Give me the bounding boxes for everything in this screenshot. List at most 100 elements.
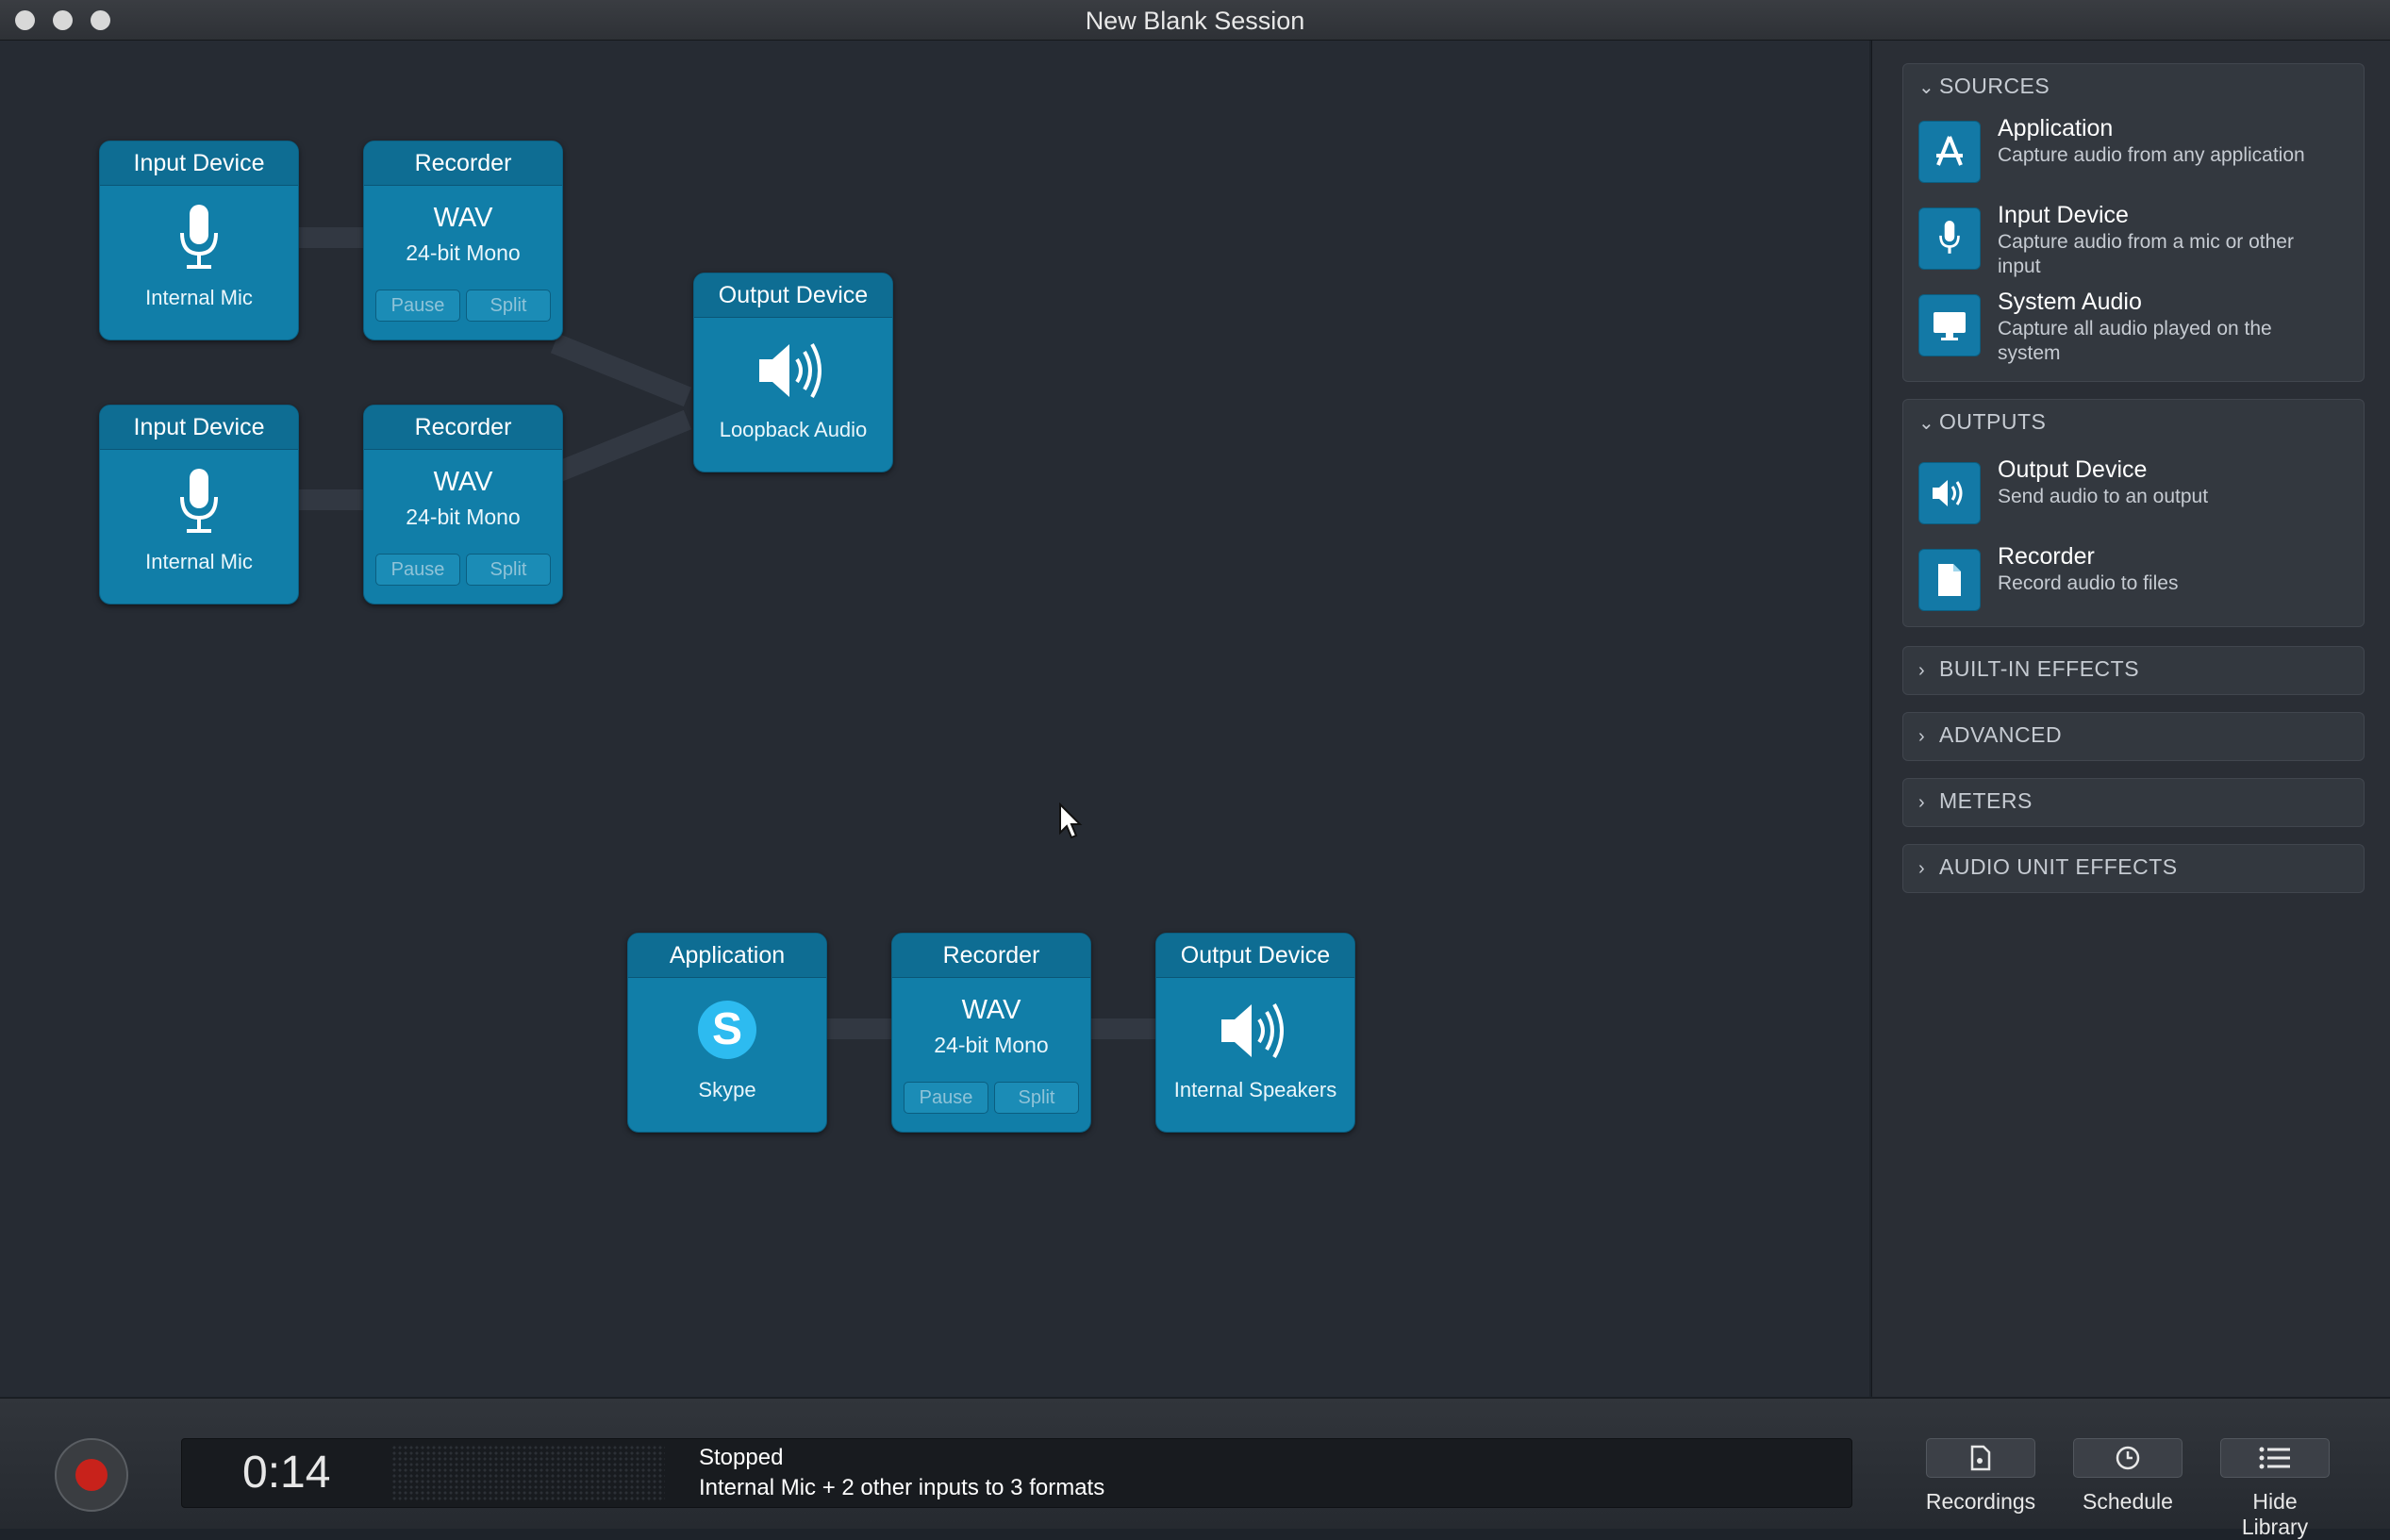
recorder-format: WAV bbox=[961, 995, 1021, 1025]
schedule-button[interactable]: Schedule bbox=[2072, 1438, 2183, 1515]
recordings-label: Recordings bbox=[1925, 1489, 2036, 1514]
library-item-desc: Capture audio from a mic or other input bbox=[1998, 231, 2294, 277]
node-label: Internal Mic bbox=[145, 550, 253, 573]
node-output-device[interactable]: Output Device Loopback Audio bbox=[693, 273, 893, 472]
node-recorder[interactable]: Recorder WAV 24-bit Mono Pause Split bbox=[891, 933, 1091, 1133]
recordings-button[interactable]: Recordings bbox=[1925, 1438, 2036, 1515]
library-item-title: System Audio bbox=[1998, 289, 2142, 315]
connection-wire[interactable] bbox=[550, 409, 692, 484]
library-item-desc: Capture audio from any application bbox=[1998, 144, 2305, 166]
section-audio-unit-effects[interactable]: › AUDIO UNIT EFFECTS bbox=[1902, 844, 2365, 893]
list-icon bbox=[2259, 1447, 2290, 1469]
node-label: Internal Speakers bbox=[1173, 1078, 1337, 1101]
library-item-application[interactable]: Application Capture audio from any appli… bbox=[1918, 115, 2352, 190]
status-summary: Internal Mic + 2 other inputs to 3 forma… bbox=[699, 1475, 1105, 1500]
recorder-detail: 24-bit Mono bbox=[934, 1033, 1049, 1057]
status-text: Stopped bbox=[699, 1445, 784, 1470]
node-input-device[interactable]: Input Device Internal Mic bbox=[99, 141, 299, 340]
session-canvas[interactable]: Input Device Internal Mic Recorder WAV 2… bbox=[0, 41, 1869, 1397]
record-icon bbox=[75, 1459, 108, 1491]
node-output-device[interactable]: Output Device Internal Speakers bbox=[1155, 933, 1355, 1133]
connection-wire[interactable] bbox=[296, 489, 366, 510]
connection-wire[interactable] bbox=[1088, 1018, 1158, 1039]
node-header: Input Device bbox=[100, 406, 298, 450]
library-item-system-audio[interactable]: System Audio Capture all audio played on… bbox=[1918, 289, 2352, 364]
pause-button[interactable]: Pause bbox=[375, 290, 460, 322]
sources-panel: ⌄ SOURCES Application Capture audio from … bbox=[1902, 63, 2365, 382]
hide-library-button[interactable]: Hide Library bbox=[2219, 1438, 2331, 1540]
connection-wire[interactable] bbox=[550, 333, 692, 407]
title-bar: New Blank Session bbox=[0, 0, 2390, 41]
chevron-right-icon: › bbox=[1918, 660, 1926, 681]
node-header: Recorder bbox=[892, 934, 1090, 978]
node-header: Recorder bbox=[364, 406, 562, 450]
node-label: Skype bbox=[698, 1078, 756, 1101]
hide-library-label: Hide Library bbox=[2241, 1489, 2309, 1539]
outputs-panel: ⌄ OUTPUTS Output Device Send audio to an … bbox=[1902, 399, 2365, 627]
section-built-in-effects[interactable]: › BUILT-IN EFFECTS bbox=[1902, 646, 2365, 695]
section-meters[interactable]: › METERS bbox=[1902, 778, 2365, 827]
library-item-title: Recorder bbox=[1998, 543, 2095, 570]
library-item-input-device[interactable]: Input Device Capture audio from a mic or… bbox=[1918, 202, 2352, 277]
library-item-title: Output Device bbox=[1998, 456, 2148, 483]
chevron-down-icon: ⌄ bbox=[1918, 77, 1935, 98]
node-application[interactable]: Application S Skype bbox=[627, 933, 827, 1133]
outputs-header[interactable]: ⌄ OUTPUTS bbox=[1918, 409, 2046, 435]
pause-button[interactable]: Pause bbox=[904, 1082, 988, 1114]
chevron-right-icon: › bbox=[1918, 726, 1926, 747]
level-meter bbox=[391, 1445, 665, 1501]
microphone-icon bbox=[100, 203, 298, 274]
split-button[interactable]: Split bbox=[466, 290, 551, 322]
speaker-icon bbox=[1156, 995, 1354, 1067]
connection-wire[interactable] bbox=[824, 1018, 894, 1039]
node-header: Output Device bbox=[1156, 934, 1354, 978]
chevron-right-icon: › bbox=[1918, 792, 1926, 813]
library-item-desc: Record audio to files bbox=[1998, 572, 2179, 594]
clock-icon bbox=[2116, 1446, 2140, 1470]
recordings-icon bbox=[1970, 1445, 1991, 1471]
speaker-icon bbox=[694, 335, 892, 406]
window-title: New Blank Session bbox=[1085, 7, 1305, 35]
library-item-title: Application bbox=[1998, 115, 2114, 141]
library-item-title: Input Device bbox=[1998, 202, 2129, 228]
library-item-desc: Capture all audio played on the system bbox=[1998, 318, 2272, 364]
record-button[interactable] bbox=[55, 1438, 128, 1512]
library-sidebar: ⌄ SOURCES Application Capture audio from … bbox=[1871, 41, 2390, 1397]
recorder-detail: 24-bit Mono bbox=[406, 505, 521, 529]
library-item-desc: Send audio to an output bbox=[1998, 486, 2209, 507]
chevron-right-icon: › bbox=[1918, 858, 1926, 879]
status-display: 0:14 Stopped Internal Mic + 2 other inpu… bbox=[181, 1438, 1852, 1508]
library-item-recorder[interactable]: Recorder Record audio to files bbox=[1918, 543, 2352, 619]
transport-bar: 0:14 Stopped Internal Mic + 2 other inpu… bbox=[0, 1398, 2390, 1539]
section-advanced[interactable]: › ADVANCED bbox=[1902, 712, 2365, 761]
node-input-device[interactable]: Input Device Internal Mic bbox=[99, 405, 299, 604]
recorder-format: WAV bbox=[433, 467, 493, 497]
node-recorder[interactable]: Recorder WAV 24-bit Mono Pause Split bbox=[363, 141, 563, 340]
node-label: Internal Mic bbox=[145, 286, 253, 309]
document-icon bbox=[1918, 549, 1981, 611]
elapsed-time: 0:14 bbox=[242, 1448, 331, 1498]
node-header: Input Device bbox=[100, 141, 298, 186]
library-item-output-device[interactable]: Output Device Send audio to an output bbox=[1918, 456, 2352, 532]
microphone-icon bbox=[100, 467, 298, 538]
sources-header[interactable]: ⌄ SOURCES bbox=[1918, 74, 2050, 99]
speaker-icon bbox=[1918, 462, 1981, 524]
node-header: Output Device bbox=[694, 273, 892, 318]
split-button[interactable]: Split bbox=[994, 1082, 1079, 1114]
app-store-icon bbox=[1918, 121, 1981, 183]
microphone-icon bbox=[1918, 207, 1981, 270]
pause-button[interactable]: Pause bbox=[375, 554, 460, 586]
node-label: Loopback Audio bbox=[719, 418, 868, 441]
node-header: Recorder bbox=[364, 141, 562, 186]
recorder-format: WAV bbox=[433, 203, 493, 233]
monitor-icon bbox=[1918, 294, 1981, 356]
node-header: Application bbox=[628, 934, 826, 978]
chevron-down-icon: ⌄ bbox=[1918, 413, 1935, 434]
mouse-cursor-icon bbox=[1058, 802, 1083, 845]
recorder-detail: 24-bit Mono bbox=[406, 240, 521, 265]
split-button[interactable]: Split bbox=[466, 554, 551, 586]
schedule-label: Schedule bbox=[2083, 1489, 2173, 1514]
connection-wire[interactable] bbox=[296, 227, 366, 248]
node-recorder[interactable]: Recorder WAV 24-bit Mono Pause Split bbox=[363, 405, 563, 604]
skype-icon: S bbox=[628, 995, 826, 1067]
